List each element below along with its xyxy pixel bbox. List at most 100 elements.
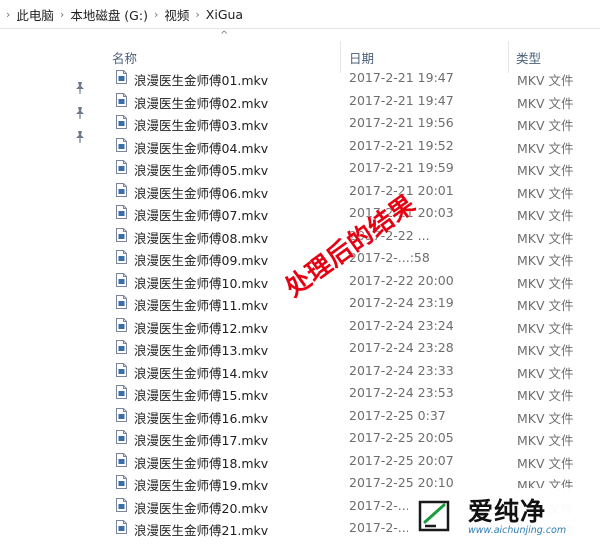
file-type: MKV 文件 bbox=[517, 320, 574, 336]
file-name[interactable]: 浪漫医生金师傅16.mkv bbox=[134, 408, 268, 427]
breadcrumb-videos[interactable]: 视频 bbox=[164, 5, 189, 24]
address-bar[interactable]: › 此电脑 › 本地磁盘 (G:) › 视频 › XiGua bbox=[0, 0, 600, 29]
file-icon bbox=[116, 295, 127, 309]
file-icon bbox=[116, 115, 127, 129]
file-date: 2017-2-24 23:24 bbox=[349, 317, 454, 333]
file-icon bbox=[116, 362, 127, 377]
pin-icon[interactable] bbox=[74, 130, 86, 144]
file-row[interactable]: 浪漫医生金师傅04.mkv 2017-2-21 19:52 MKV 文件 bbox=[100, 134, 600, 157]
chevron-right-icon[interactable]: › bbox=[154, 8, 158, 21]
file-date: 2017-2-24 23:19 bbox=[349, 295, 454, 310]
file-icon bbox=[116, 452, 127, 467]
file-row[interactable]: 浪漫医生金师傅01.mkv 2017-2-21 19:47 MKV 文件 bbox=[100, 66, 600, 89]
navigation-pane bbox=[0, 29, 100, 545]
file-name[interactable]: 浪漫医生金师傅01.mkv bbox=[134, 70, 268, 89]
file-name[interactable]: 浪漫医生金师傅20.mkv bbox=[134, 498, 268, 517]
file-date: 2017-2-24 23:53 bbox=[349, 385, 454, 400]
chevron-right-icon[interactable]: › bbox=[195, 8, 199, 21]
file-name[interactable]: 浪漫医生金师傅13.mkv bbox=[134, 340, 268, 359]
file-name[interactable]: 浪漫医生金师傅11.mkv bbox=[134, 295, 268, 314]
file-icon bbox=[116, 407, 127, 422]
pin-icon[interactable] bbox=[74, 81, 86, 95]
file-name[interactable]: 浪漫医生金师傅09.mkv bbox=[134, 250, 268, 269]
file-row[interactable]: 浪漫医生金师傅16.mkv 2017-2-25 0:37 MKV 文件 bbox=[100, 404, 600, 427]
file-name[interactable]: 浪漫医生金师傅12.mkv bbox=[134, 318, 268, 337]
file-date: 2017-2-25 20:05 bbox=[349, 430, 454, 445]
file-name[interactable]: 浪漫医生金师傅17.mkv bbox=[134, 430, 268, 449]
file-date: 2017-2-21 19:47 bbox=[349, 70, 454, 85]
file-name[interactable]: 浪漫医生金师傅18.mkv bbox=[134, 453, 268, 472]
chevron-right-icon[interactable]: › bbox=[60, 8, 64, 21]
file-type: MKV 文件 bbox=[517, 365, 574, 381]
file-name[interactable]: 浪漫医生金师傅07.mkv bbox=[134, 205, 268, 224]
file-name[interactable]: 浪漫医生金师傅14.mkv bbox=[134, 363, 268, 382]
file-type: MKV 文件 bbox=[517, 73, 574, 88]
column-header-date-label: 日期 bbox=[349, 50, 375, 66]
file-row[interactable]: 浪漫医生金师傅13.mkv 2017-2-24 23:28 MKV 文件 bbox=[100, 336, 600, 359]
file-name[interactable]: 浪漫医生金师傅05.mkv bbox=[134, 160, 268, 179]
file-date: 2017-2-... bbox=[349, 520, 410, 535]
file-icon bbox=[116, 182, 127, 197]
file-type: MKV 文件 bbox=[517, 455, 574, 471]
file-type: MKV 文件 bbox=[517, 140, 574, 156]
breadcrumb-this-pc[interactable]: 此电脑 bbox=[16, 5, 54, 24]
file-icon bbox=[116, 272, 127, 287]
file-type: MKV 文件 bbox=[517, 185, 574, 201]
file-icon bbox=[116, 497, 127, 512]
brand-logo-icon bbox=[418, 500, 450, 532]
pin-icon[interactable] bbox=[74, 106, 86, 120]
file-date: 2017-2-24 23:28 bbox=[349, 340, 454, 355]
breadcrumb-local-disk[interactable]: 本地磁盘 (G:) bbox=[70, 5, 148, 24]
file-name[interactable]: 浪漫医生金师傅08.mkv bbox=[134, 228, 268, 247]
file-name[interactable]: 浪漫医生金师傅19.mkv bbox=[134, 475, 268, 494]
file-row[interactable]: 浪漫医生金师傅17.mkv 2017-2-25 20:05 MKV 文件 bbox=[100, 426, 600, 449]
file-type: MKV 文件 bbox=[517, 118, 574, 133]
file-name[interactable]: 浪漫医生金师傅10.mkv bbox=[134, 273, 268, 292]
file-type: MKV 文件 bbox=[517, 208, 574, 223]
file-row[interactable]: 浪漫医生金师傅02.mkv 2017-2-21 19:47 MKV 文件 bbox=[100, 89, 600, 112]
file-icon bbox=[116, 160, 127, 174]
watermark: 爱纯净 www.aichunjing.com bbox=[408, 488, 600, 545]
file-row[interactable]: 浪漫医生金师傅10.mkv 2017-2-22 20:00 MKV 文件 bbox=[100, 269, 600, 292]
file-icon bbox=[116, 92, 127, 107]
file-row[interactable]: 浪漫医生金师傅15.mkv 2017-2-24 23:53 MKV 文件 bbox=[100, 381, 600, 404]
file-date: 2017-2-22 20:00 bbox=[349, 272, 454, 288]
file-type: MKV 文件 bbox=[517, 163, 574, 178]
file-icon bbox=[116, 227, 127, 242]
file-row[interactable]: 浪漫医生金师傅05.mkv 2017-2-21 19:59 MKV 文件 bbox=[100, 156, 600, 179]
file-date: 2017-2-24 23:33 bbox=[349, 362, 454, 378]
file-name[interactable]: 浪漫医生金师傅02.mkv bbox=[134, 93, 268, 112]
file-icon bbox=[116, 137, 127, 152]
file-icon bbox=[116, 70, 127, 84]
file-row[interactable]: 浪漫医生金师傅14.mkv 2017-2-24 23:33 MKV 文件 bbox=[100, 359, 600, 382]
chevron-right-icon[interactable]: › bbox=[6, 8, 10, 21]
file-rows: 浪漫医生金师傅01.mkv 2017-2-21 19:47 MKV 文件 浪漫医生金师… bbox=[100, 66, 600, 539]
file-icon bbox=[116, 205, 127, 219]
file-date: 2017-2-25 0:37 bbox=[349, 407, 446, 423]
file-date: 2017-2-21 19:47 bbox=[349, 92, 454, 108]
file-row[interactable]: 浪漫医生金师傅11.mkv 2017-2-24 23:19 MKV 文件 bbox=[100, 291, 600, 314]
file-name[interactable]: 浪漫医生金师傅21.mkv bbox=[134, 520, 268, 539]
file-name[interactable]: 浪漫医生金师傅03.mkv bbox=[134, 115, 268, 134]
file-icon bbox=[116, 340, 127, 354]
sort-ascending-icon: ^ bbox=[220, 30, 229, 41]
file-type: MKV 文件 bbox=[517, 253, 574, 268]
file-icon bbox=[116, 250, 127, 264]
file-date: 2017-2-21 19:52 bbox=[349, 137, 454, 153]
file-date: 2017-2-21 19:56 bbox=[349, 115, 454, 130]
breadcrumb-xigua[interactable]: XiGua bbox=[206, 7, 243, 22]
file-icon bbox=[116, 385, 127, 399]
file-type: MKV 文件 bbox=[517, 410, 574, 426]
file-type: MKV 文件 bbox=[517, 433, 574, 448]
file-name[interactable]: 浪漫医生金师傅15.mkv bbox=[134, 385, 268, 404]
file-icon bbox=[116, 317, 127, 332]
file-row[interactable]: 浪漫医生金师傅18.mkv 2017-2-25 20:07 MKV 文件 bbox=[100, 449, 600, 472]
file-row[interactable]: 浪漫医生金师傅03.mkv 2017-2-21 19:56 MKV 文件 bbox=[100, 111, 600, 134]
file-type: MKV 文件 bbox=[517, 298, 574, 313]
file-type: MKV 文件 bbox=[517, 95, 574, 111]
file-row[interactable]: 浪漫医生金师傅06.mkv 2017-2-21 20:01 MKV 文件 bbox=[100, 179, 600, 202]
column-header-name-label: 名称 bbox=[112, 50, 138, 66]
file-name[interactable]: 浪漫医生金师傅06.mkv bbox=[134, 183, 268, 202]
file-name[interactable]: 浪漫医生金师傅04.mkv bbox=[134, 138, 268, 157]
file-row[interactable]: 浪漫医生金师傅12.mkv 2017-2-24 23:24 MKV 文件 bbox=[100, 314, 600, 337]
